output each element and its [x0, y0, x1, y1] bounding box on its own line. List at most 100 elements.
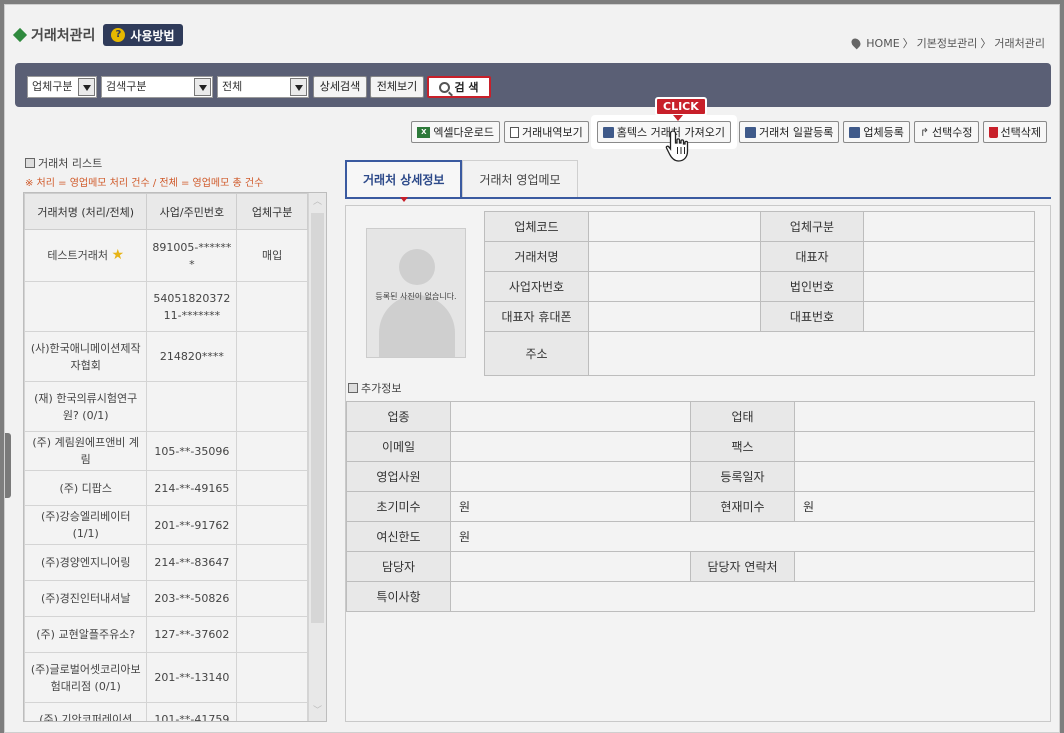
client-list-scrollbar[interactable]: ︿ ﹀	[308, 193, 326, 721]
client-id-cell[interactable]	[146, 381, 238, 432]
client-table: 거래처명 (처리/전체) 사업/주민번호 업체구분 테스트거래처 ★ 89100…	[24, 193, 308, 721]
client-type-cell[interactable]	[236, 470, 308, 506]
client-type-cell[interactable]	[236, 580, 308, 617]
breadcrumb-section[interactable]: 기본정보관리	[917, 35, 978, 51]
table-row: 특이사항	[346, 581, 1035, 612]
table-row[interactable]: 5405182037211-*******	[24, 281, 308, 332]
scroll-thumb[interactable]	[311, 213, 324, 623]
table-row[interactable]: (주)글로벌어셋코리아보험대리점 (0/1) 201-**-13140	[24, 652, 308, 703]
manager-contact-label: 담당자 연락처	[690, 551, 795, 582]
tab-client-detail[interactable]: 거래처 상세정보	[345, 160, 463, 202]
client-type-cell[interactable]	[236, 702, 308, 721]
client-type-cell[interactable]	[236, 652, 308, 703]
company-type-value	[863, 211, 1035, 242]
search-type-select[interactable]: 검색구분	[101, 76, 213, 98]
detail-search-button[interactable]: 상세검색	[313, 76, 367, 98]
view-all-button[interactable]: 전체보기	[370, 76, 424, 98]
table-row[interactable]: (주)경양엔지니어링 214-**-83647	[24, 544, 308, 581]
search-type-select-value: 검색구분	[106, 80, 147, 93]
click-callout: CLICK	[655, 97, 707, 121]
industry-label: 업종	[346, 401, 451, 432]
table-row[interactable]: (주) 디팝스 214-**-49165	[24, 470, 308, 506]
list-icon	[25, 158, 35, 168]
client-id-cell[interactable]: 214-**-83647	[146, 544, 238, 581]
table-row[interactable]: (주)강승엘리베이터 (1/1) 201-**-91762	[24, 505, 308, 545]
table-row[interactable]: (사)한국애니메이션제작자협회 214820****	[24, 331, 308, 382]
client-name-cell[interactable]: (주)경양엔지니어링	[24, 544, 148, 581]
table-row: 업체코드 업체구분	[484, 211, 1035, 242]
excel-download-button[interactable]: X 엑셀다운로드	[411, 121, 501, 143]
breadcrumb-home[interactable]: HOME	[866, 37, 899, 50]
client-type-cell[interactable]: 매입	[236, 229, 308, 282]
client-name-cell[interactable]: (주)글로벌어셋코리아보험대리점 (0/1)	[24, 652, 148, 703]
client-id-cell[interactable]: 214-**-49165	[146, 470, 238, 506]
company-type-select[interactable]: 업체구분	[27, 76, 97, 98]
manager-label: 담당자	[346, 551, 451, 582]
bulk-register-button[interactable]: 거래처 일괄등록	[738, 121, 840, 143]
client-type-cell[interactable]	[236, 505, 308, 545]
client-name-cell[interactable]: (주)강승엘리베이터 (1/1)	[24, 505, 148, 545]
client-type-cell[interactable]	[236, 281, 308, 332]
client-name-cell[interactable]: (재) 한국의류시험연구원? (0/1)	[24, 381, 148, 432]
client-id-cell[interactable]: 105-**-35096	[146, 431, 238, 471]
column-header[interactable]: 업체구분	[236, 193, 308, 230]
scroll-up-icon[interactable]: ︿	[313, 198, 322, 207]
register-button[interactable]: 업체등록	[843, 121, 910, 143]
chevron-down-icon	[290, 78, 307, 96]
side-collapse-handle[interactable]	[5, 433, 11, 498]
client-name-cell[interactable]	[24, 281, 148, 332]
client-id-cell[interactable]: 891005-*******	[146, 229, 238, 282]
client-photo-placeholder: 등록된 사진이 없습니다.	[366, 228, 466, 358]
chevron-down-icon	[78, 78, 95, 96]
column-header[interactable]: 거래처명 (처리/전체)	[24, 193, 148, 230]
client-name-cell[interactable]: (주) 계림원에프앤비 계림	[24, 431, 148, 471]
table-row[interactable]: (주) 계림원에프앤비 계림 105-**-35096	[24, 431, 308, 471]
register-label: 업체등록	[863, 126, 904, 139]
company-code-value	[588, 211, 761, 242]
help-button[interactable]: ? 사용방법	[103, 24, 183, 46]
scope-select[interactable]: 전체	[217, 76, 309, 98]
table-row[interactable]: (주) 교현알플주유소? 127-**-37602	[24, 616, 308, 653]
client-name-cell[interactable]: (사)한국애니메이션제작자협회	[24, 331, 148, 382]
representative-label: 대표자	[760, 241, 864, 272]
client-type-cell[interactable]	[236, 381, 308, 432]
table-row[interactable]: (주)경진인터내셔날 203-**-50826	[24, 580, 308, 617]
client-id-cell[interactable]: 201-**-91762	[146, 505, 238, 545]
client-type-cell[interactable]	[236, 544, 308, 581]
location-pin-icon	[849, 36, 863, 50]
client-type-cell[interactable]	[236, 431, 308, 471]
rep-mobile-label: 대표자 휴대폰	[484, 301, 589, 332]
client-name-cell[interactable]: 테스트거래처 ★	[24, 229, 148, 282]
delete-selected-button[interactable]: 선택삭제	[982, 121, 1047, 143]
title-diamond-icon	[12, 27, 28, 43]
client-type-cell[interactable]	[236, 616, 308, 653]
client-name-cell[interactable]: (주)경진인터내셔날	[24, 580, 148, 617]
client-type-cell[interactable]	[236, 331, 308, 382]
edit-selected-button[interactable]: ↱ 선택수정	[913, 121, 979, 143]
client-id-cell[interactable]: 201-**-13140	[146, 652, 238, 703]
scroll-down-icon[interactable]: ﹀	[313, 707, 322, 716]
hometax-import-button[interactable]: 홈텍스 거래처 가져오기	[596, 121, 731, 143]
business-type-value	[794, 401, 1035, 432]
client-name-cell[interactable]: (주) 디팝스	[24, 470, 148, 506]
table-row[interactable]: 테스트거래처 ★ 891005-******* 매입	[24, 229, 308, 282]
client-id-cell[interactable]: 203-**-50826	[146, 580, 238, 617]
table-row[interactable]: (주) 기안코퍼레이션 101-**-41759	[24, 702, 308, 721]
client-id-cell[interactable]: 101-**-41759	[146, 702, 238, 721]
extra-info-title-text: 추가정보	[361, 382, 402, 395]
avatar-head-icon	[399, 249, 435, 285]
representative-value	[863, 241, 1035, 272]
client-id-cell[interactable]: 5405182037211-*******	[146, 281, 238, 332]
tab-sales-memo[interactable]: 거래처 영업메모	[462, 160, 578, 197]
client-id-cell[interactable]: 127-**-37602	[146, 616, 238, 653]
column-header[interactable]: 사업/주민번호	[146, 193, 238, 230]
client-id-cell[interactable]: 214820****	[146, 331, 238, 382]
company-type-select-value: 업체구분	[32, 80, 73, 93]
client-name-cell[interactable]: (주) 교현알플주유소?	[24, 616, 148, 653]
table-row[interactable]: (재) 한국의류시험연구원? (0/1)	[24, 381, 308, 432]
search-button[interactable]: 검 색	[427, 76, 491, 98]
detail-tabs: 거래처 상세정보 거래처 영업메모	[345, 160, 1051, 202]
page: 거래처관리 ? 사용방법 HOME 〉 기본정보관리 〉 거래처관리 업체구분 …	[4, 4, 1060, 733]
trade-history-button[interactable]: 거래내역보기	[504, 121, 589, 143]
client-name-cell[interactable]: (주) 기안코퍼레이션	[24, 702, 148, 721]
